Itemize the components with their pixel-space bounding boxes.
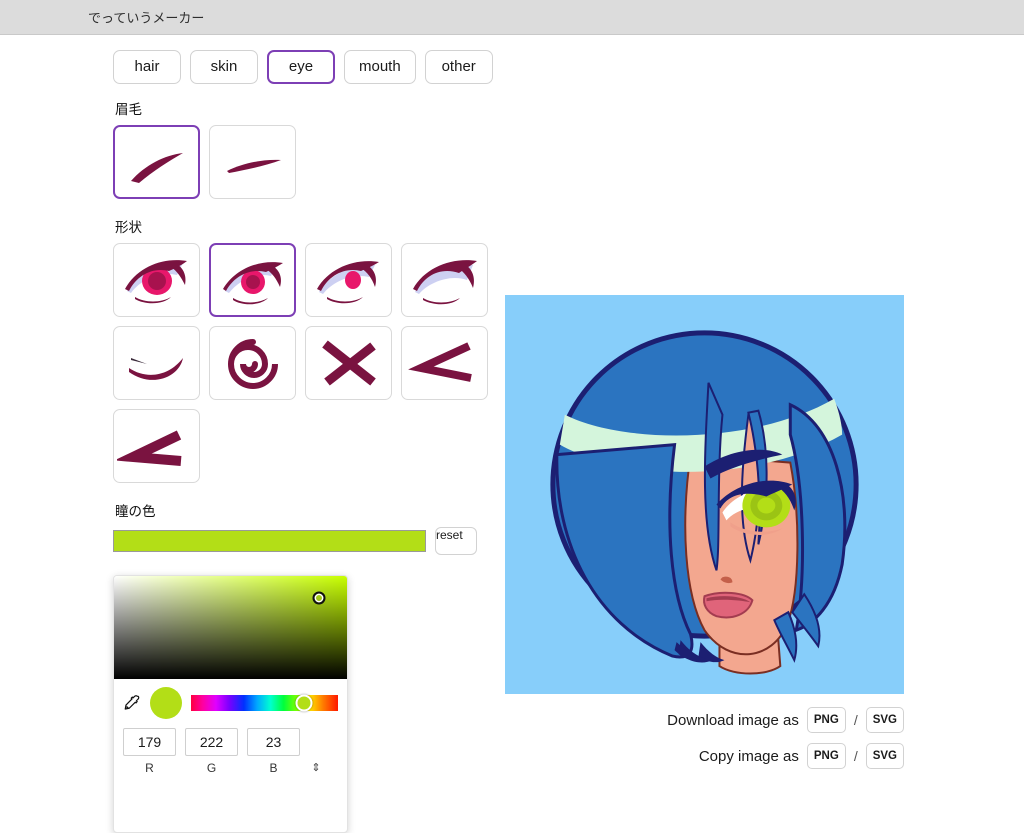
eye-small-pupil-icon [316,261,379,304]
browser-header: でっていうメーカー [0,0,1024,35]
export-controls: Download image as PNG / SVG Copy image a… [505,707,904,779]
reset-color-button[interactable]: reset [435,527,477,555]
tab-skin[interactable]: skin [190,50,258,84]
eye-option-cross[interactable] [305,326,392,400]
copy-label: Copy image as [698,747,799,765]
saturation-gradient[interactable] [114,576,347,679]
red-label: R [145,761,154,775]
character-preview [505,295,904,694]
hue-gradient[interactable] [191,695,338,711]
saturation-value-area[interactable] [114,576,347,679]
editor-panel: hair skin eye mouth other 眉毛 形状 瞳の色 rese… [113,50,493,555]
saturation-handle[interactable] [312,591,326,605]
eyebrow-straight-thin-icon [226,159,281,173]
eye-option-small-pupil[interactable] [305,243,392,317]
eyebrow-section-label: 眉毛 [115,102,142,118]
rgb-input-row: 179 222 23 [123,728,338,756]
eye-option-spiral[interactable] [209,326,296,400]
blue-label: B [269,761,278,775]
eye-closed-smile-icon [128,358,183,380]
eyebrow-curved-thick-icon [130,153,183,183]
eye-shape-option-grid [113,243,493,483]
eye-no-pupil-icon [412,260,477,305]
shape-section-label: 形状 [115,220,142,236]
eye-spiral-icon [227,339,278,389]
page-title: でっていうメーカー [88,10,205,26]
eyebrow-option-straight-thin[interactable] [209,125,296,199]
picker-controls: 179 222 23 R G B ⇕ [114,679,347,775]
hue-slider[interactable] [191,694,338,712]
copy-separator: / [853,748,858,764]
eyedropper-icon[interactable] [123,694,141,712]
eye-angle-thick-icon [116,430,181,466]
eye-option-angle-thick[interactable] [113,409,200,483]
page-body: hair skin eye mouth other 眉毛 形状 瞳の色 rese… [0,35,1024,833]
red-input[interactable]: 179 [123,728,176,756]
copy-png-button[interactable]: PNG [806,743,846,769]
download-label: Download image as [667,711,799,729]
green-input[interactable]: 222 [185,728,238,756]
eye-option-angle-bracket[interactable] [401,326,488,400]
download-row: Download image as PNG / SVG [505,707,904,733]
eye-option-closed-smile[interactable] [113,326,200,400]
hue-handle[interactable] [295,694,313,712]
eyebrow-option-grid [113,125,493,199]
tab-eye[interactable]: eye [267,50,335,84]
eye-option-round-large[interactable] [113,243,200,317]
eyebrow-option-curved-thick[interactable] [113,125,200,199]
color-preview-dot [150,687,182,719]
copy-svg-button[interactable]: SVG [865,743,904,769]
tab-mouth[interactable]: mouth [344,50,416,84]
copy-row: Copy image as PNG / SVG [505,743,904,769]
blue-input[interactable]: 23 [247,728,300,756]
eye-round-large-icon [124,260,187,304]
download-svg-button[interactable]: SVG [865,707,904,733]
eye-option-no-pupil[interactable] [401,243,488,317]
eye-color-swatch[interactable] [113,530,426,552]
picker-top-row [123,687,338,719]
download-png-button[interactable]: PNG [806,707,846,733]
tab-hair[interactable]: hair [113,50,181,84]
eye-option-round-medium[interactable] [209,243,296,317]
tab-other[interactable]: other [424,50,493,84]
character-avatar-image [505,295,904,694]
color-picker-popup: 179 222 23 R G B ⇕ [113,575,348,833]
rgb-label-row: R G B ⇕ [123,761,338,775]
green-label: G [206,761,217,775]
download-separator: / [853,712,858,728]
color-mode-toggle-icon[interactable]: ⇕ [309,762,323,774]
eye-round-medium-icon [222,262,283,305]
eye-color-row: reset [113,527,493,555]
eye-color-section-label: 瞳の色 [115,504,156,520]
eye-angle-bracket-icon [407,342,472,382]
eye-cross-icon [321,340,376,386]
category-tab-bar: hair skin eye mouth other [113,50,493,84]
